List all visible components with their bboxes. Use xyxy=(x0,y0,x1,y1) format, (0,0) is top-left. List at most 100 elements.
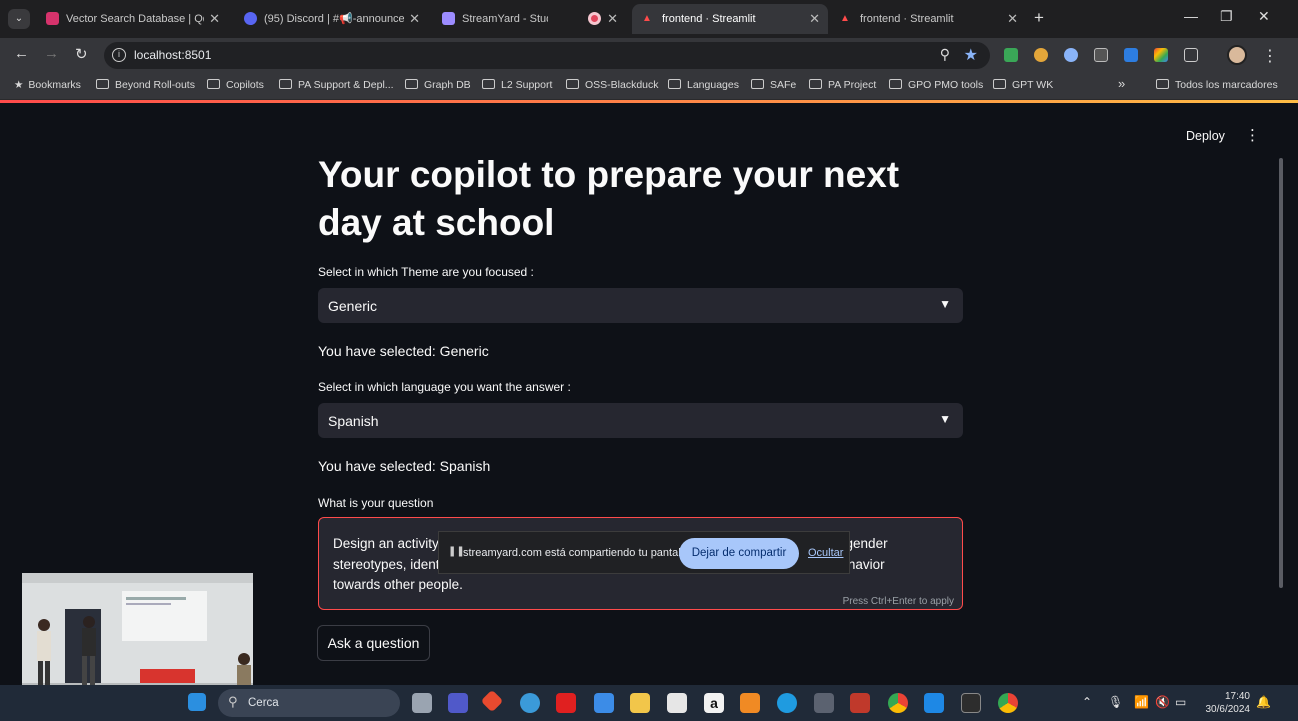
folder-icon xyxy=(96,79,109,89)
app-icon[interactable] xyxy=(520,693,540,713)
hide-link[interactable]: Ocultar xyxy=(808,547,843,559)
browser-tab-active[interactable]: ▲ frontend · Streamlit ✕ xyxy=(632,4,828,34)
extension-icon[interactable] xyxy=(1004,48,1018,62)
folder-icon xyxy=(405,79,418,89)
zoom-icon[interactable]: ⚲ xyxy=(940,46,950,63)
close-tab-icon[interactable]: ✕ xyxy=(1007,4,1018,34)
star-icon: ★ xyxy=(14,79,24,91)
back-arrow-icon[interactable]: ← xyxy=(14,45,29,62)
theme-select[interactable]: Generic ▼ xyxy=(318,288,963,323)
theme-select-value: Generic xyxy=(328,298,378,314)
chrome-icon[interactable] xyxy=(998,693,1018,713)
webcam-overlay xyxy=(22,573,253,703)
textarea-hint: Press Ctrl+Enter to apply xyxy=(842,596,954,607)
windows-start-icon[interactable] xyxy=(188,693,206,711)
close-window-icon[interactable]: ✕ xyxy=(1258,8,1270,25)
extension-icon[interactable] xyxy=(1064,48,1078,62)
streamyard-icon xyxy=(442,12,455,25)
close-tab-icon[interactable]: ✕ xyxy=(209,4,220,34)
all-bookmarks-folder[interactable]: Todos los marcadores xyxy=(1156,79,1278,91)
bookmark-folder[interactable]: L2 Support xyxy=(482,79,552,91)
notepad-icon[interactable] xyxy=(667,693,687,713)
bookmarks-overflow-icon[interactable]: » xyxy=(1118,76,1125,91)
forward-arrow-icon[interactable]: → xyxy=(44,45,59,62)
site-info-icon[interactable]: i xyxy=(112,48,126,62)
bookmark-folder[interactable]: Beyond Roll-outs xyxy=(96,79,195,91)
bookmark-folder[interactable]: GPT WK xyxy=(993,79,1053,91)
profile-avatar[interactable] xyxy=(1227,45,1247,65)
cookie-extension-icon[interactable] xyxy=(1034,48,1048,62)
close-tab-icon[interactable]: ✕ xyxy=(607,4,618,34)
app-icon[interactable] xyxy=(740,693,760,713)
taskbar-clock[interactable]: 17:40 30/6/2024 xyxy=(1198,690,1251,716)
main-menu-icon[interactable]: ⋮ xyxy=(1245,126,1260,144)
address-bar[interactable]: i localhost:8501 ⚲ ★ xyxy=(104,42,990,69)
minimize-icon[interactable]: — xyxy=(1184,8,1198,24)
store-icon[interactable] xyxy=(594,693,614,713)
tab-search-chevron-icon[interactable]: ⌄ xyxy=(8,9,30,29)
folder-icon xyxy=(207,79,220,89)
discord-icon xyxy=(244,12,257,25)
new-tab-icon[interactable]: + xyxy=(1034,8,1044,28)
language-select-label: Select in which language you want the an… xyxy=(318,380,571,394)
youtube-icon[interactable] xyxy=(556,693,576,713)
bookmark-folder[interactable]: PA Support & Depl... xyxy=(279,79,394,91)
bookmark-folder[interactable]: SAFe xyxy=(751,79,796,91)
vscode-icon[interactable] xyxy=(924,693,944,713)
google-extension-icon[interactable] xyxy=(1154,48,1168,62)
show-hidden-icons-chevron-icon[interactable]: ⌃ xyxy=(1082,695,1092,709)
taskbar-search-text: Cerca xyxy=(248,697,279,709)
recording-icon xyxy=(588,12,601,25)
restore-icon[interactable]: ❐ xyxy=(1220,8,1233,25)
browser-tab[interactable]: ▲ frontend · Streamlit ✕ xyxy=(830,4,1026,34)
microphone-icon[interactable]: 🎙 xyxy=(1108,695,1123,709)
file-explorer-icon[interactable] xyxy=(630,693,650,713)
browser-tab[interactable]: ✕ xyxy=(578,4,626,34)
close-tab-icon[interactable]: ✕ xyxy=(409,4,420,34)
folder-icon xyxy=(668,79,681,89)
url-text[interactable]: localhost:8501 xyxy=(134,48,211,62)
notifications-icon[interactable]: 🔔 xyxy=(1256,695,1271,709)
app-icon[interactable] xyxy=(814,693,834,713)
taskbar-search[interactable]: ⚲ Cerca xyxy=(218,689,400,717)
bookmark-folder[interactable]: GPO PMO tools xyxy=(889,79,983,91)
wifi-icon[interactable]: 📶 xyxy=(1134,695,1149,709)
deploy-button[interactable]: Deploy xyxy=(1186,129,1225,143)
language-selected-text: You have selected: Spanish xyxy=(318,458,491,474)
bookmark-star-icon[interactable]: ★ xyxy=(964,45,978,65)
browser-tab[interactable]: Vector Search Database | Qdrant ✕ xyxy=(36,4,228,34)
task-view-icon[interactable] xyxy=(412,693,432,713)
page-scrollbar[interactable] xyxy=(1279,158,1283,588)
git-icon[interactable] xyxy=(480,689,504,713)
extension-icon[interactable] xyxy=(1094,48,1108,62)
bookmark-folder[interactable]: Languages xyxy=(668,79,739,91)
chevron-down-icon: ▼ xyxy=(939,412,951,426)
stop-sharing-button[interactable]: Dejar de compartir xyxy=(679,538,799,569)
screenshot-extension-icon[interactable] xyxy=(1124,48,1138,62)
folder-icon xyxy=(566,79,579,89)
windows-taskbar: ⚲ Cerca a ⌃ 🎙 📶 🔇 ▭ 17:40 30/6/2024 🔔 xyxy=(0,685,1298,721)
teams-icon[interactable] xyxy=(448,693,468,713)
bookmark-folder[interactable]: PA Project xyxy=(809,79,876,91)
extensions-puzzle-icon[interactable] xyxy=(1184,48,1198,62)
bookmarks-star-item[interactable]: ★ Bookmarks xyxy=(14,79,81,91)
browser-tab[interactable]: (95) Discord | #📢-announcements ✕ xyxy=(234,4,428,34)
ask-question-button[interactable]: Ask a question xyxy=(317,625,430,661)
browser-menu-icon[interactable]: ⋮ xyxy=(1262,46,1278,66)
clock-date: 30/6/2024 xyxy=(1205,704,1251,715)
bookmark-folder[interactable]: Copilots xyxy=(207,79,264,91)
language-select[interactable]: Spanish ▼ xyxy=(318,403,963,438)
battery-icon[interactable]: ▭ xyxy=(1175,695,1186,709)
close-tab-icon[interactable]: ✕ xyxy=(809,4,820,34)
bookmark-folder[interactable]: OSS-Blackduck xyxy=(566,79,659,91)
bookmark-folder[interactable]: Graph DB xyxy=(405,79,471,91)
speaker-muted-icon[interactable]: 🔇 xyxy=(1155,695,1170,709)
amazon-icon[interactable]: a xyxy=(704,693,724,713)
edge-icon[interactable] xyxy=(777,693,797,713)
browser-tab[interactable]: StreamYard - Studio xyxy=(432,4,572,34)
theme-select-label: Select in which Theme are you focused : xyxy=(318,265,534,279)
gencat-icon[interactable] xyxy=(850,693,870,713)
reload-icon[interactable]: ↻ xyxy=(75,45,88,63)
terminal-icon[interactable] xyxy=(961,693,981,713)
chrome-icon[interactable] xyxy=(888,693,908,713)
